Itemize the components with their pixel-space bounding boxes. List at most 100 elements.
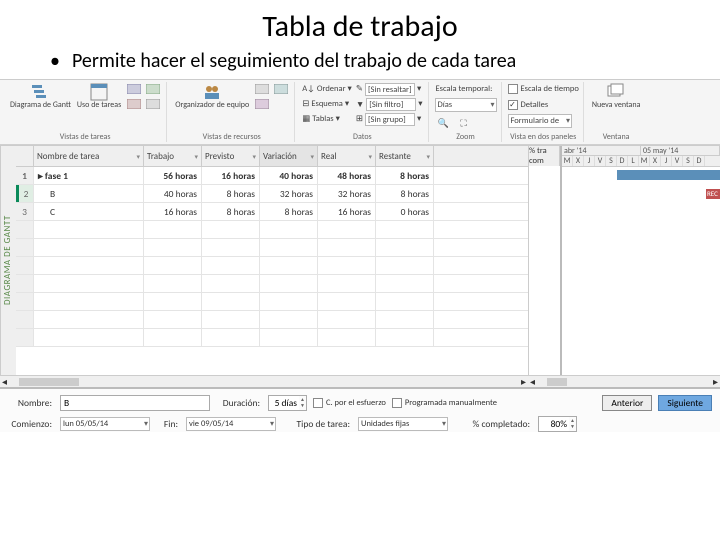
row-number[interactable]	[16, 257, 34, 274]
cell-task[interactable]	[34, 311, 144, 328]
type-select[interactable]: Unidades fijas	[358, 417, 448, 431]
end-select[interactable]: vie 09/05/14	[186, 417, 276, 431]
table-row[interactable]	[16, 239, 528, 257]
cell-work[interactable]	[144, 275, 202, 292]
cell-task[interactable]	[34, 221, 144, 238]
zoom-button[interactable]: 🔍	[435, 116, 453, 130]
cell-baseline[interactable]: 16 horas	[202, 167, 260, 184]
row-number[interactable]: 3	[16, 203, 34, 220]
row-number[interactable]: 2	[16, 185, 34, 202]
cell-task[interactable]: C	[34, 203, 144, 220]
outline-button[interactable]: ⊟Esquema▾	[301, 97, 353, 111]
cell-variance[interactable]	[260, 275, 318, 292]
cell-work[interactable]	[144, 221, 202, 238]
team-planner-button[interactable]: Organizador de equipo	[173, 82, 251, 111]
cell-variance[interactable]	[260, 293, 318, 310]
row-number[interactable]	[16, 239, 34, 256]
group-dropdown[interactable]: ⊞[Sin grupo]▾	[355, 112, 424, 126]
view-small-1[interactable]	[125, 82, 143, 96]
cell-task[interactable]: B	[34, 185, 144, 202]
gantt-vertical-tab[interactable]: DIAGRAMA DE GANTT	[0, 146, 16, 375]
cell-remaining[interactable]: 8 horas	[376, 167, 434, 184]
start-select[interactable]: lun 05/05/14	[60, 417, 150, 431]
gantt-view-button[interactable]: Diagrama de Gantt	[8, 82, 73, 111]
filter-dropdown[interactable]: ▼[Sin filtro]▾	[355, 97, 424, 111]
next-button[interactable]: Siguiente	[658, 395, 712, 411]
header-baseline[interactable]: Previsto▾	[202, 146, 260, 166]
cell-task[interactable]	[34, 257, 144, 274]
row-number[interactable]: 1	[16, 167, 34, 184]
cell-actual[interactable]: 48 horas	[318, 167, 376, 184]
cell-variance[interactable]	[260, 329, 318, 346]
details-select[interactable]: Formulario de	[508, 114, 573, 128]
table-row[interactable]	[16, 275, 528, 293]
new-window-button[interactable]: Nueva ventana	[590, 82, 643, 111]
cell-baseline[interactable]	[202, 329, 260, 346]
table-row[interactable]: 1▸ fase 156 horas16 horas40 horas48 hora…	[16, 167, 528, 185]
cell-work[interactable]	[144, 239, 202, 256]
cell-task[interactable]	[34, 329, 144, 346]
cell-remaining[interactable]	[376, 293, 434, 310]
duration-spinner[interactable]: ▲▼	[268, 395, 307, 411]
timeline-checkbox[interactable]: Escala de tiempo	[508, 82, 579, 96]
cell-work[interactable]: 16 horas	[144, 203, 202, 220]
zoom-entire-button[interactable]: ⛶	[455, 116, 473, 130]
timescale-select[interactable]: Días	[435, 98, 497, 112]
timeline-scrollbar[interactable]: ◂▸	[528, 375, 720, 387]
cell-actual[interactable]	[318, 311, 376, 328]
cell-baseline[interactable]	[202, 275, 260, 292]
cell-baseline[interactable]: 8 horas	[202, 203, 260, 220]
cell-baseline[interactable]	[202, 239, 260, 256]
grid-scrollbar[interactable]: ◂▸	[0, 375, 528, 387]
table-row[interactable]: 2B40 horas8 horas32 horas32 horas8 horas	[16, 185, 528, 203]
pct-spinner[interactable]: ▲▼	[538, 416, 577, 432]
table-row[interactable]	[16, 221, 528, 239]
table-row[interactable]	[16, 293, 528, 311]
effort-checkbox[interactable]: C. por el esfuerzo	[313, 396, 386, 410]
cell-actual[interactable]	[318, 329, 376, 346]
cell-variance[interactable]: 8 horas	[260, 203, 318, 220]
sort-button[interactable]: A↓Ordenar▾	[301, 82, 353, 96]
cell-variance[interactable]	[260, 239, 318, 256]
details-checkbox[interactable]: ✓Detalles	[508, 98, 549, 112]
cell-remaining[interactable]	[376, 239, 434, 256]
cell-work[interactable]	[144, 293, 202, 310]
view-small-4[interactable]	[144, 97, 162, 111]
cell-work[interactable]	[144, 257, 202, 274]
cell-variance[interactable]	[260, 311, 318, 328]
header-actual[interactable]: Real▾	[318, 146, 376, 166]
cell-work[interactable]: 40 horas	[144, 185, 202, 202]
cell-baseline[interactable]	[202, 293, 260, 310]
table-row[interactable]	[16, 311, 528, 329]
cell-actual[interactable]	[318, 221, 376, 238]
cell-baseline[interactable]	[202, 221, 260, 238]
cell-task[interactable]	[34, 275, 144, 292]
cell-remaining[interactable]: 0 horas	[376, 203, 434, 220]
cell-variance[interactable]	[260, 257, 318, 274]
cell-task[interactable]	[34, 239, 144, 256]
cell-baseline[interactable]	[202, 311, 260, 328]
cell-variance[interactable]	[260, 221, 318, 238]
cell-task[interactable]	[34, 293, 144, 310]
row-number[interactable]	[16, 275, 34, 292]
res-small-2[interactable]	[272, 82, 290, 96]
cell-remaining[interactable]	[376, 257, 434, 274]
prev-button[interactable]: Anterior	[602, 395, 652, 411]
cell-variance[interactable]: 32 horas	[260, 185, 318, 202]
cell-remaining[interactable]	[376, 329, 434, 346]
view-small-3[interactable]	[125, 97, 143, 111]
header-remaining[interactable]: Restante▾	[376, 146, 434, 166]
header-pct[interactable]: % tra com	[529, 146, 560, 166]
cell-actual[interactable]: 32 horas	[318, 185, 376, 202]
res-small-1[interactable]	[253, 82, 271, 96]
task-usage-button[interactable]: Uso de tareas	[75, 82, 123, 111]
view-small-2[interactable]	[144, 82, 162, 96]
table-row[interactable]	[16, 257, 528, 275]
cell-remaining[interactable]: 8 horas	[376, 185, 434, 202]
table-row[interactable]: 3C16 horas8 horas8 horas16 horas0 horas	[16, 203, 528, 221]
cell-baseline[interactable]: 8 horas	[202, 185, 260, 202]
cell-actual[interactable]	[318, 257, 376, 274]
cell-work[interactable]	[144, 311, 202, 328]
name-input[interactable]	[60, 395, 210, 411]
header-rownum[interactable]	[16, 146, 34, 166]
